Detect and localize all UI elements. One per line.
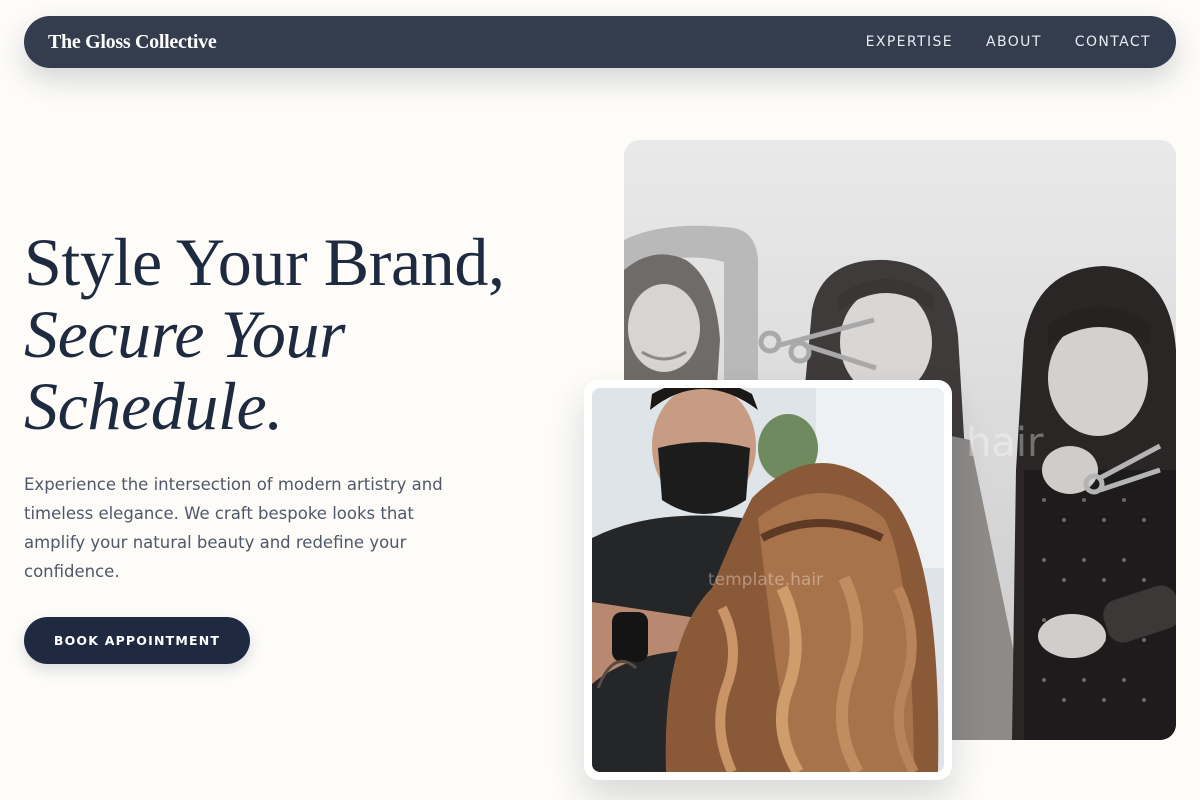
small-photo-watermark: template.hair bbox=[708, 570, 824, 590]
nav-link-expertise[interactable]: EXPERTISE bbox=[866, 34, 953, 50]
top-nav: The Gloss Collective EXPERTISE ABOUT CON… bbox=[24, 16, 1176, 68]
brand-logo[interactable]: The Gloss Collective bbox=[48, 31, 217, 54]
large-photo-watermark: hair bbox=[966, 420, 1044, 466]
book-appointment-button[interactable]: BOOK APPOINTMENT bbox=[24, 617, 250, 664]
hero-headline: Style Your Brand, Secure Your Schedule. bbox=[24, 226, 505, 442]
nav-link-about[interactable]: ABOUT bbox=[986, 34, 1042, 50]
nav-links: EXPERTISE ABOUT CONTACT bbox=[866, 34, 1151, 50]
headline-line-2: Secure Your bbox=[24, 296, 346, 372]
headline-line-1: Style Your Brand, bbox=[24, 224, 505, 300]
hero-description: Experience the intersection of modern ar… bbox=[24, 475, 443, 581]
stylist-photo-card: template.hair bbox=[584, 380, 952, 780]
hair-styling-photo: template.hair bbox=[592, 388, 944, 772]
headline-line-3: Schedule. bbox=[24, 368, 283, 444]
nav-link-contact[interactable]: CONTACT bbox=[1075, 34, 1151, 50]
